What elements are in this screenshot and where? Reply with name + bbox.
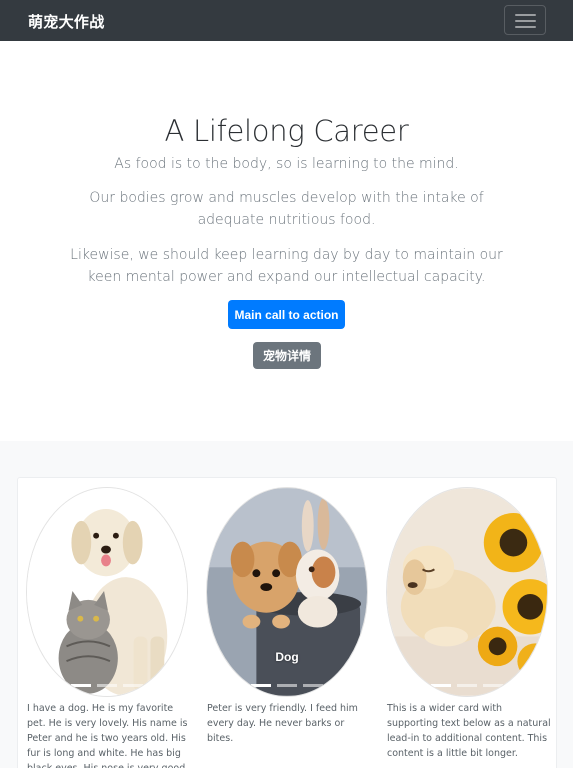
carousel-indicators[interactable] [251,684,323,687]
pet-details-button[interactable]: 宠物详情 [253,342,321,369]
album-section: I have a dog. He is my favorite pet. He … [0,441,573,768]
carousel-puppy-sunflower[interactable] [386,487,548,697]
carousel-puppy-rabbit[interactable]: Dog [206,487,368,697]
card-text: Peter is very friendly. I feed him every… [207,703,358,744]
hero-section: A Lifelong Career As food is to the body… [0,41,573,441]
carousel-dog-cat[interactable] [26,487,188,697]
carousel-caption: Dog [275,650,299,664]
hero-lead-2: Our bodies grow and muscles develop with… [89,190,484,228]
hero-lead-1: As food is to the body, so is learning t… [114,156,459,172]
hero-lead-3: Likewise, we should keep learning day by… [70,247,503,285]
navbar-brand[interactable]: 萌宠大作战 [28,11,105,32]
card-group: I have a dog. He is my favorite pet. He … [17,477,557,768]
hero-title: A Lifelong Career [164,114,409,148]
navbar: 萌宠大作战 [0,0,573,41]
card-dog-cat: I have a dog. He is my favorite pet. He … [18,478,198,768]
card-text: I have a dog. He is my favorite pet. He … [27,703,188,768]
navbar-toggler-button[interactable] [504,5,546,35]
carousel-indicators[interactable] [71,684,143,687]
puppy-sunflower-image [387,488,547,696]
card-text: This is a wider card with supporting tex… [387,703,551,759]
carousel-indicators[interactable] [431,684,503,687]
card-puppy-rabbit: Dog Peter is very friendly. I feed him e… [198,478,378,768]
dog-cat-image [27,488,187,696]
main-cta-button[interactable]: Main call to action [228,300,345,329]
card-puppy-sunflower: This is a wider card with supporting tex… [378,478,558,768]
puppy-rabbit-image [207,488,367,696]
